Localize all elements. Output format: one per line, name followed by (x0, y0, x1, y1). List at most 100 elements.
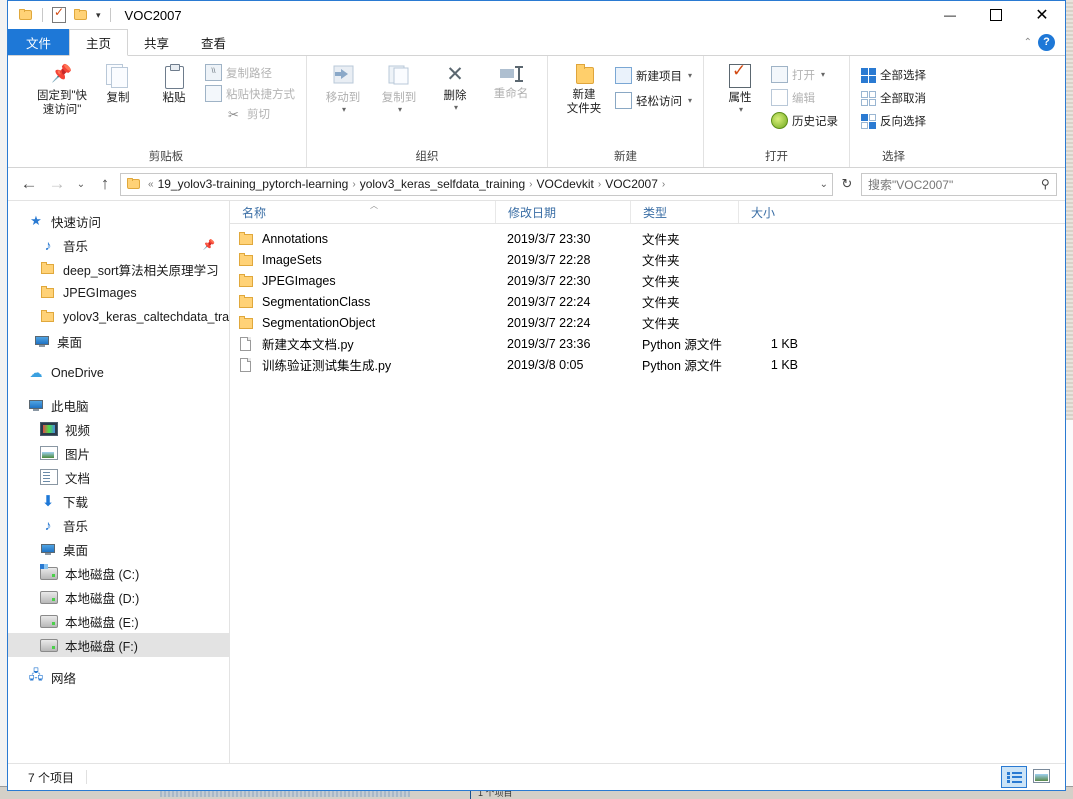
column-header-size[interactable]: 大小 (738, 201, 820, 223)
back-button[interactable]: ← (16, 171, 42, 197)
nav-item-this-pc[interactable]: 此电脑 (8, 393, 229, 417)
edit-button[interactable]: 编辑 (768, 88, 841, 107)
breadcrumb-separator[interactable]: › (661, 179, 666, 190)
nav-item-desktop[interactable]: 桌面 (8, 537, 229, 561)
properties-icon[interactable] (49, 5, 69, 25)
breadcrumb-separator[interactable]: › (528, 179, 533, 190)
refresh-button[interactable]: ↻ (835, 173, 859, 196)
folder-icon[interactable] (16, 5, 36, 25)
maximize-button[interactable] (973, 1, 1019, 29)
tab-share[interactable]: 共享 (128, 29, 185, 55)
tab-view[interactable]: 查看 (185, 29, 242, 55)
file-icon (238, 357, 254, 373)
easy-access-button[interactable]: 轻松访问 ▾ (612, 91, 695, 110)
select-all-button[interactable]: 全部选择 (858, 66, 929, 84)
ribbon-group-select: 全部选择 全部取消 反向选择 选择 (849, 56, 937, 167)
new-folder-icon[interactable] (71, 5, 91, 25)
nav-label: 音乐 (63, 239, 89, 254)
table-row[interactable]: Annotations 2019/3/7 23:30 文件夹 (230, 228, 1065, 249)
breadcrumb-item-2[interactable]: VOCdevkit (536, 177, 593, 191)
up-button[interactable]: ↑ (92, 171, 118, 197)
paste-button[interactable]: 粘贴 (146, 60, 202, 105)
select-none-button[interactable]: 全部取消 (858, 89, 929, 107)
chevron-down-icon[interactable]: ▾ (93, 10, 104, 21)
copy-button[interactable]: 复制 (90, 60, 146, 105)
invert-selection-icon (861, 113, 877, 129)
breadcrumb-item-1[interactable]: yolov3_keras_selfdata_training (360, 177, 525, 191)
table-row[interactable]: 训练验证测试集生成.py 2019/3/8 0:05 Python 源文件 1 … (230, 354, 1065, 375)
breadcrumb-dropdown-icon[interactable]: ⌄ (820, 179, 828, 190)
nav-item-documents[interactable]: 文档 (8, 465, 229, 489)
nav-item-jpegimages[interactable]: JPEGImages (8, 281, 229, 305)
nav-item-yolov3-caltech[interactable]: yolov3_keras_caltechdata_tra (8, 305, 229, 329)
recent-locations-button[interactable]: ⌄ (72, 171, 90, 197)
search-input[interactable]: 搜索"VOC2007" ⚲ (861, 172, 1057, 196)
table-row[interactable]: SegmentationObject 2019/3/7 22:24 文件夹 (230, 312, 1065, 333)
invert-selection-button[interactable]: 反向选择 (858, 112, 929, 130)
breadcrumb-item-3[interactable]: VOC2007 (605, 177, 658, 191)
column-header-date[interactable]: 修改日期 (495, 201, 630, 223)
nav-item-disk-e[interactable]: 本地磁盘 (E:) (8, 609, 229, 633)
file-date: 2019/3/7 23:36 (507, 336, 591, 351)
group-title-clipboard: 剪贴板 (148, 151, 184, 163)
copy-to-button[interactable]: 复制到 ▾ (371, 60, 427, 114)
address-bar: ← → ⌄ ↑ « 19_yolov3-training_pytorch-lea… (8, 168, 1065, 200)
close-button[interactable]: ✕ (1019, 1, 1065, 29)
table-row[interactable]: JPEGImages 2019/3/7 22:30 文件夹 (230, 270, 1065, 291)
nav-item-disk-c[interactable]: 本地磁盘 (C:) (8, 561, 229, 585)
table-row[interactable]: ImageSets 2019/3/7 22:28 文件夹 (230, 249, 1065, 270)
pictures-icon (40, 446, 58, 460)
nav-item-onedrive[interactable]: ☁ OneDrive (8, 361, 229, 385)
nav-item-network[interactable]: 🖧 网络 (8, 665, 229, 689)
breadcrumb-separator[interactable]: › (351, 179, 356, 190)
details-view-button[interactable] (1001, 766, 1027, 788)
column-header-name[interactable]: 名称 (230, 201, 495, 223)
breadcrumb-overflow[interactable]: « (147, 179, 155, 190)
open-button[interactable]: 打开 ▾ (768, 65, 841, 84)
nav-item-deep-sort[interactable]: deep_sort算法相关原理学习 (8, 257, 229, 281)
copy-path-button[interactable]: \\ 复制路径 (202, 63, 298, 82)
move-to-button[interactable]: 移动到 ▾ (315, 60, 371, 114)
new-item-button[interactable]: 新建项目 ▾ (612, 66, 695, 85)
nav-label: 视频 (65, 423, 91, 438)
nav-item-disk-f[interactable]: 本地磁盘 (F:) (8, 633, 229, 657)
breadcrumb-item-0[interactable]: 19_yolov3-training_pytorch-learning (158, 177, 349, 191)
nav-item-desktop-qa[interactable]: 桌面 (8, 329, 229, 353)
chevron-down-icon: ▾ (739, 105, 744, 114)
collapse-ribbon-icon[interactable]: ⌃ (1024, 37, 1032, 48)
table-row[interactable]: SegmentationClass 2019/3/7 22:24 文件夹 (230, 291, 1065, 312)
cut-button[interactable]: 剪切 (202, 105, 298, 123)
tab-home[interactable]: 主页 (69, 29, 129, 56)
file-type: 文件夹 (642, 254, 680, 268)
history-button[interactable]: 历史记录 (768, 111, 841, 130)
new-folder-button[interactable]: 新建 文件夹 (556, 60, 612, 116)
network-icon: 🖧 (28, 667, 44, 682)
breadcrumb-separator[interactable]: › (597, 179, 602, 190)
forward-button[interactable]: → (44, 171, 70, 197)
large-icons-view-button[interactable] (1029, 766, 1053, 786)
delete-button[interactable]: ✕ 删除 ▾ (427, 60, 483, 113)
nav-item-pictures[interactable]: 图片 (8, 441, 229, 465)
file-name: JPEGImages (262, 273, 336, 288)
nav-item-music[interactable]: ♪ 音乐 (8, 513, 229, 537)
properties-button[interactable]: 属性 ▾ (712, 60, 768, 114)
pin-icon[interactable]: 📌 (203, 240, 215, 251)
pin-to-quick-access-button[interactable]: 固定到"快 速访问" (34, 60, 90, 117)
nav-item-quick-access[interactable]: ★ 快速访问 (8, 209, 229, 233)
nav-item-disk-d[interactable]: 本地磁盘 (D:) (8, 585, 229, 609)
tab-file[interactable]: 文件 (8, 29, 70, 55)
navigation-pane[interactable]: ★ 快速访问 ♪ 音乐 📌 deep_sort算法相关原理学习 JPEGImag… (8, 201, 230, 763)
help-icon[interactable]: ? (1038, 33, 1055, 51)
minimize-button[interactable]: — (927, 1, 973, 29)
breadcrumb[interactable]: « 19_yolov3-training_pytorch-learning › … (120, 172, 833, 196)
nav-item-music-qa[interactable]: ♪ 音乐 📌 (8, 233, 229, 257)
nav-item-downloads[interactable]: ⬇ 下载 (8, 489, 229, 513)
nav-item-videos[interactable]: 视频 (8, 417, 229, 441)
column-header-type[interactable]: 类型 (630, 201, 738, 223)
table-row[interactable]: 新建文本文档.py 2019/3/7 23:36 Python 源文件 1 KB (230, 333, 1065, 354)
rename-button[interactable]: 重命名 (483, 60, 539, 101)
paste-shortcut-button[interactable]: 粘贴快捷方式 (202, 84, 298, 103)
file-type: Python 源文件 (642, 338, 722, 352)
chevron-down-icon: ▾ (821, 70, 826, 79)
file-date: 2019/3/7 22:24 (507, 294, 591, 309)
